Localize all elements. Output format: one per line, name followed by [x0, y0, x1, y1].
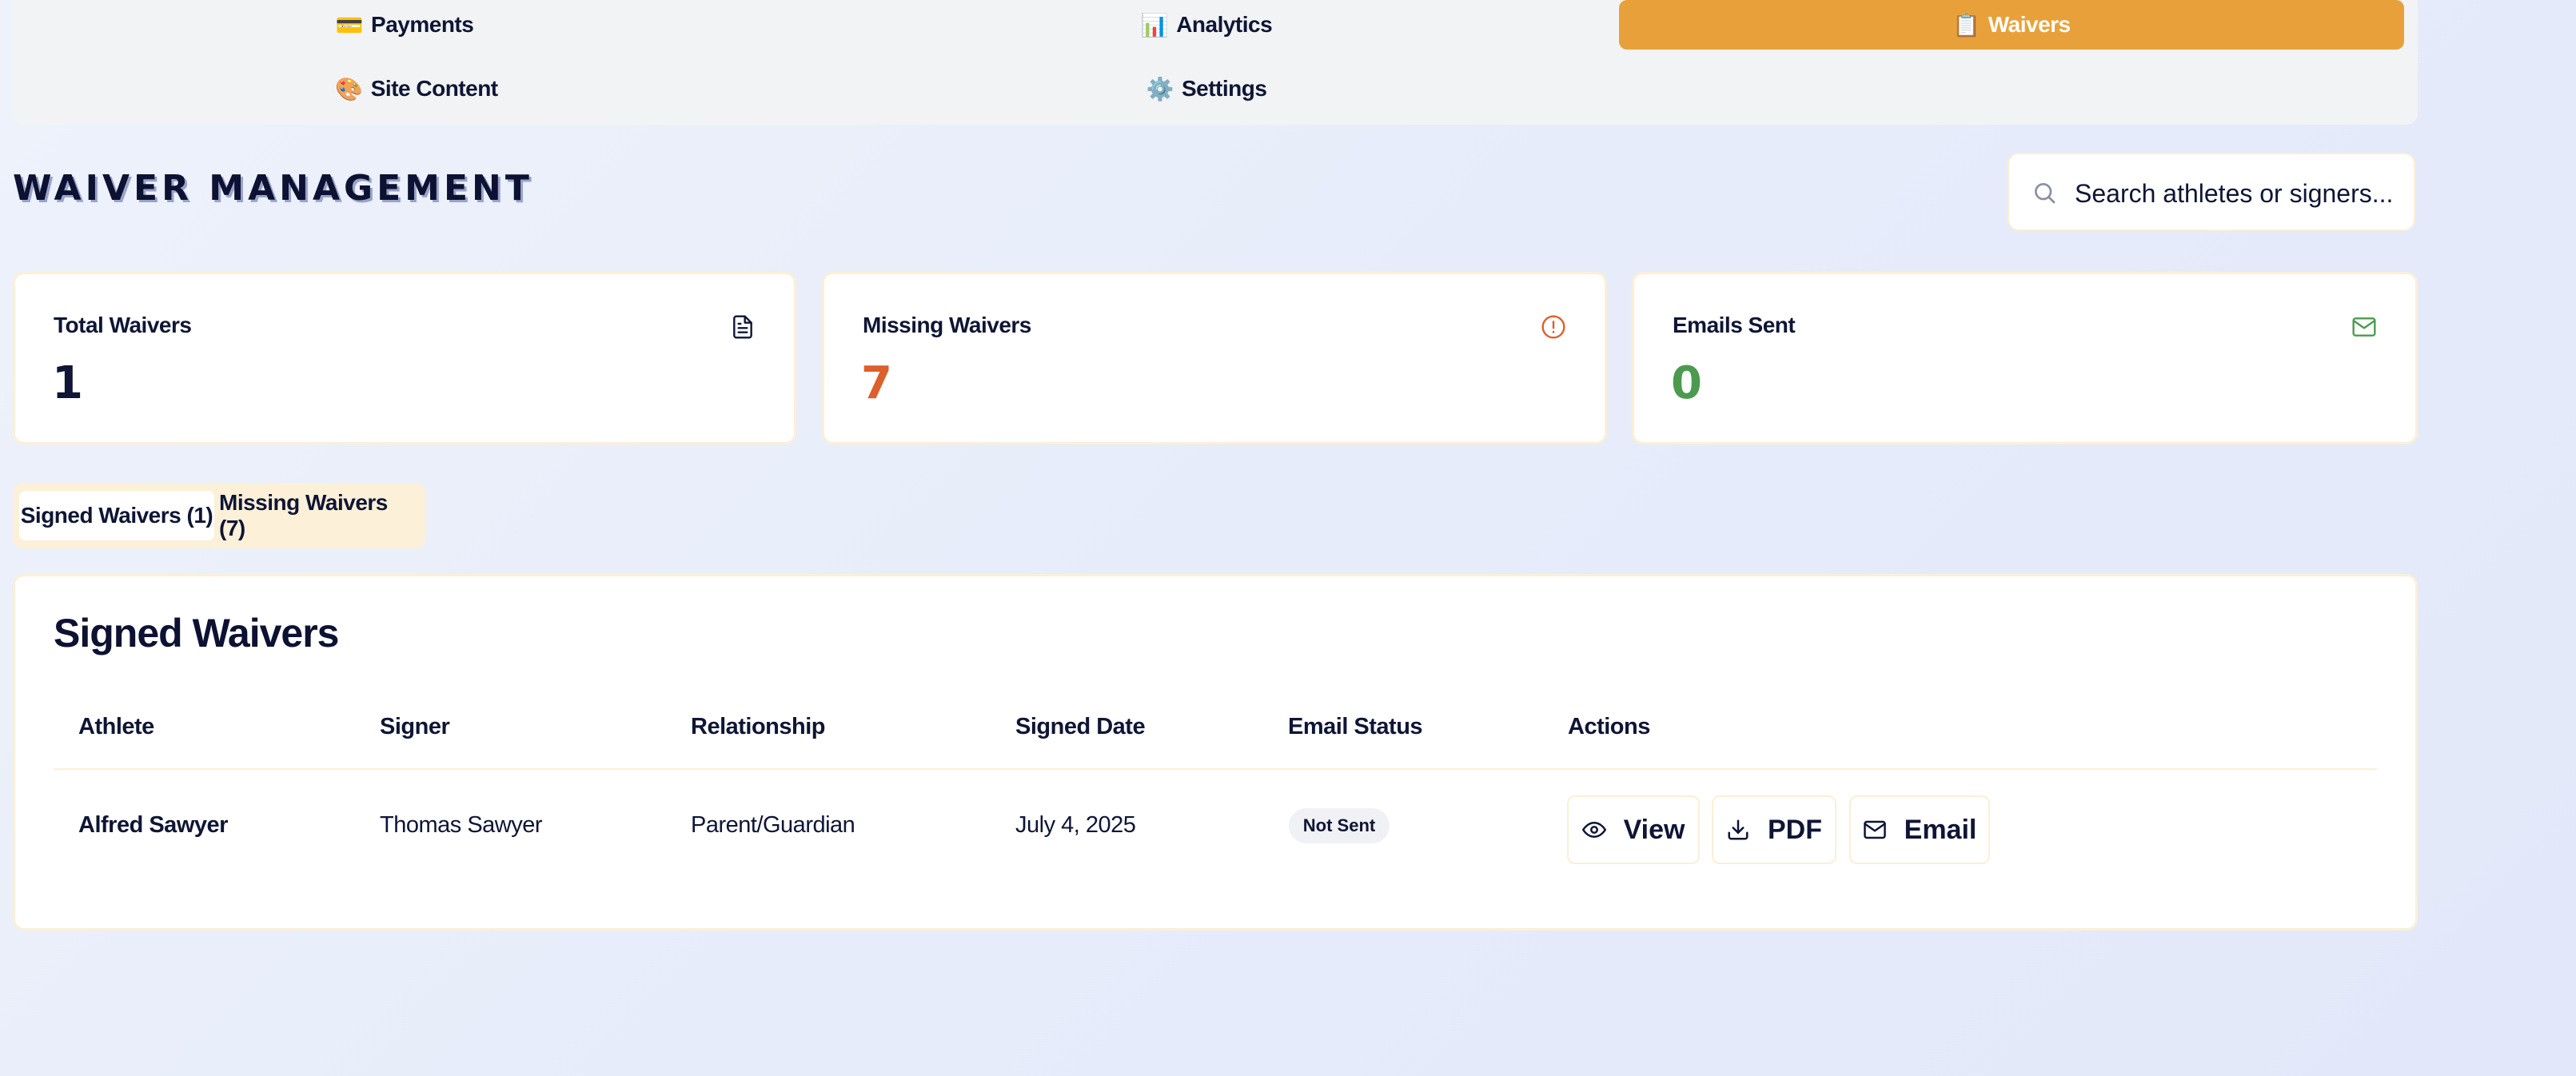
cell-relationship: Parent/Guardian	[691, 812, 855, 838]
column-header-athlete: Athlete	[78, 714, 154, 739]
stat-card-total-waivers: Total Waivers 1	[13, 272, 796, 444]
pdf-button-label: PDF	[1768, 814, 1822, 845]
nav-item-payments[interactable]: 💳 Payments	[13, 0, 796, 50]
cell-signer: Thomas Sawyer	[380, 812, 543, 838]
panel-title: Signed Waivers	[54, 611, 339, 656]
alert-circle-icon	[1541, 315, 1565, 339]
waiver-tabs: Signed Waivers (1) Missing Waivers (7)	[13, 483, 425, 548]
signed-waivers-panel: Signed Waivers Athlete Signer Relationsh…	[13, 574, 2418, 931]
palette-icon: 🎨	[335, 75, 363, 102]
nav-item-waivers[interactable]: 📋 Waivers	[1619, 0, 2404, 50]
status-badge: Not Sent	[1289, 808, 1390, 843]
document-icon	[733, 315, 752, 339]
column-header-signed-date: Signed Date	[1015, 714, 1146, 739]
stat-label: Total Waivers	[54, 313, 192, 337]
column-header-relationship: Relationship	[691, 714, 826, 739]
email-button-label: Email	[1904, 814, 1977, 845]
mail-icon	[2352, 317, 2376, 337]
download-icon	[1728, 819, 1749, 840]
search-box	[2008, 153, 2415, 231]
cell-signed-date: July 4, 2025	[1015, 812, 1136, 838]
eye-icon	[1581, 822, 1606, 838]
search-input[interactable]	[2073, 170, 2404, 217]
column-header-actions: Actions	[1568, 714, 1650, 739]
mail-icon	[1863, 820, 1886, 839]
stat-value: 0	[1671, 357, 1702, 409]
stat-value: 7	[861, 357, 892, 409]
credit-card-icon: 💳	[335, 11, 364, 38]
stat-value: 1	[52, 357, 83, 409]
nav-item-site-content[interactable]: 🎨 Site Content	[13, 64, 820, 114]
cell-athlete: Alfred Sawyer	[78, 812, 228, 838]
email-button[interactable]: Email	[1849, 795, 1990, 864]
stat-label: Emails Sent	[1673, 313, 1796, 337]
page-title: WAIVER MANAGEMENT	[13, 168, 533, 209]
view-button-label: View	[1623, 814, 1685, 845]
gear-icon: ⚙️	[1146, 75, 1174, 102]
pdf-button[interactable]: PDF	[1712, 795, 1836, 864]
tab-signed-waivers[interactable]: Signed Waivers (1)	[19, 491, 214, 540]
stat-card-missing-waivers: Missing Waivers 7	[822, 272, 1607, 444]
nav-item-label: Settings	[1181, 76, 1267, 101]
tab-missing-waivers[interactable]: Missing Waivers (7)	[219, 490, 419, 540]
column-header-signer: Signer	[380, 714, 450, 739]
nav-item-label: Analytics	[1176, 12, 1273, 37]
nav-item-label: Waivers	[1988, 12, 2071, 37]
stat-card-emails-sent: Emails Sent 0	[1632, 272, 2418, 444]
clipboard-icon: 📋	[1952, 11, 1980, 38]
column-header-email-status: Email Status	[1288, 714, 1423, 739]
nav-item-label: Payments	[371, 12, 474, 37]
search-icon	[2035, 183, 2056, 204]
top-navigation: 💳 Payments 📊 Analytics 📋 Waivers 🎨 Site …	[13, 0, 2418, 125]
nav-item-settings[interactable]: ⚙️ Settings	[815, 64, 1598, 114]
nav-item-label: Site Content	[370, 76, 498, 101]
header-divider	[54, 768, 2377, 770]
chart-icon: 📊	[1140, 11, 1169, 38]
nav-item-analytics[interactable]: 📊 Analytics	[815, 0, 1598, 50]
view-button[interactable]: View	[1567, 795, 1700, 864]
stat-label: Missing Waivers	[863, 313, 1031, 337]
